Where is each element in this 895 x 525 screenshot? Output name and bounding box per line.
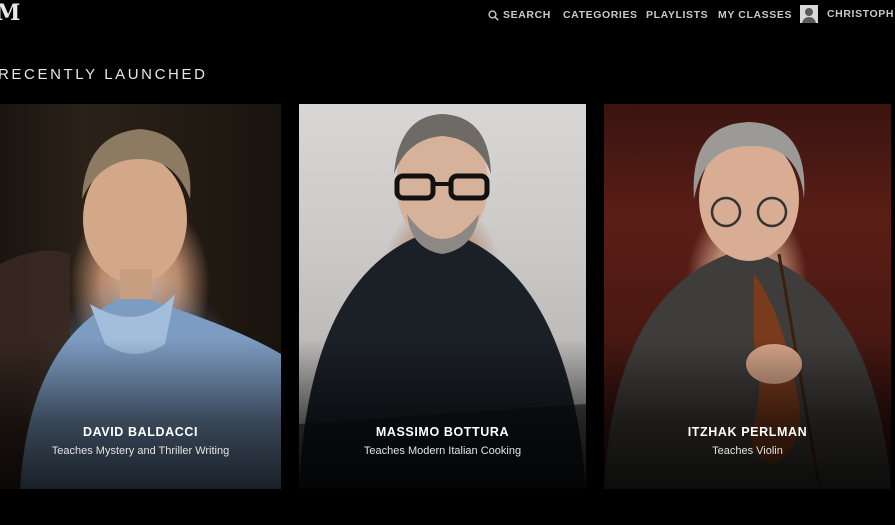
card-gradient-overlay <box>604 339 891 489</box>
user-name: CHRISTOPH <box>827 8 895 20</box>
nav-playlists[interactable]: PLAYLISTS <box>646 9 708 21</box>
nav-categories[interactable]: CATEGORIES <box>563 9 638 21</box>
instructor-name: DAVID BALDACCI <box>82 425 199 439</box>
class-subtitle: Teaches Mystery and Thriller Writing <box>51 445 230 457</box>
nav-search[interactable]: SEARCH <box>488 9 551 21</box>
card-gradient-overlay <box>299 339 586 489</box>
brand-logo[interactable]: M <box>0 0 20 26</box>
page: M SEARCH CATEGORIES PLAYLISTS MY CLASSES… <box>0 0 895 525</box>
nav-user-menu[interactable]: CHRISTOPH <box>800 5 894 23</box>
instructor-name: MASSIMO BOTTURA <box>375 425 510 439</box>
nav-search-label: SEARCH <box>503 9 551 21</box>
nav-my-classes[interactable]: MY CLASSES <box>718 9 792 21</box>
instructor-name: ITZHAK PERLMAN <box>687 425 808 439</box>
top-navigation: M SEARCH CATEGORIES PLAYLISTS MY CLASSES… <box>0 0 895 32</box>
class-card[interactable]: MASSIMO BOTTURA Teaches Modern Italian C… <box>299 104 586 489</box>
card-gradient-overlay <box>0 339 281 489</box>
class-card[interactable]: ITZHAK PERLMAN Teaches Violin <box>604 104 891 489</box>
class-subtitle: Teaches Modern Italian Cooking <box>363 445 522 457</box>
search-icon <box>488 9 499 21</box>
section-title: RECENTLY LAUNCHED <box>0 66 208 83</box>
user-avatar-icon <box>800 5 818 23</box>
class-card[interactable]: DAVID BALDACCI Teaches Mystery and Thril… <box>0 104 281 489</box>
class-subtitle: Teaches Violin <box>712 445 783 457</box>
